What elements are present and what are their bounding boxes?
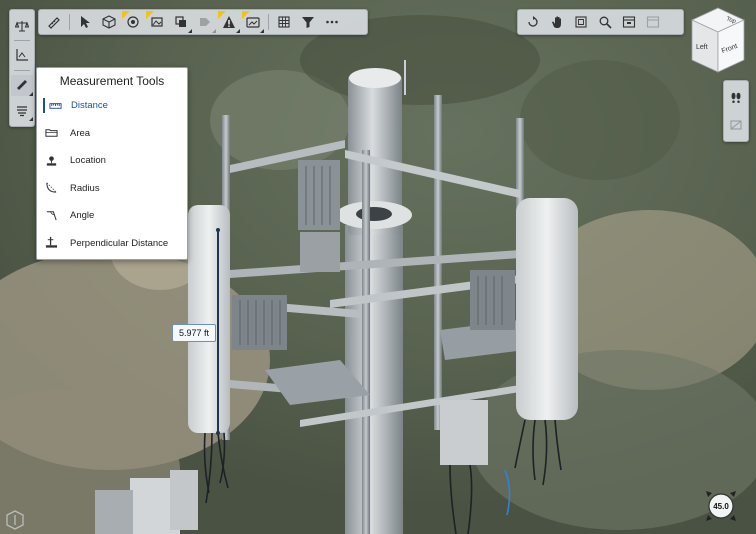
distance-icon: [49, 99, 63, 113]
area-icon: [45, 126, 59, 140]
measurement-tools-icon[interactable]: [43, 11, 65, 33]
box-3d-icon[interactable]: [98, 11, 120, 33]
grid-table-icon[interactable]: [273, 11, 295, 33]
app-logo-icon: [6, 510, 24, 530]
toolbar-separator: [268, 14, 269, 30]
menu-item-label: Location: [70, 155, 106, 167]
select-cursor-icon[interactable]: [74, 11, 96, 33]
warning-icon[interactable]: [218, 11, 240, 33]
stack-layers-icon[interactable]: [11, 100, 33, 121]
scale-balance-icon[interactable]: [11, 15, 33, 36]
menu-item-label: Area: [70, 127, 91, 139]
cube-face-left: Left: [696, 44, 708, 51]
right-toolbar: [723, 80, 749, 142]
radius-icon: [45, 181, 59, 195]
layers-icon[interactable]: [170, 11, 192, 33]
window-disabled-icon[interactable]: [642, 11, 664, 33]
panel-window-icon[interactable]: [618, 11, 640, 33]
menu-item-label: Angle: [70, 210, 95, 222]
ruler-icon[interactable]: [11, 74, 33, 96]
menu-item-location[interactable]: Location: [37, 147, 187, 175]
navigation-toolbar: [517, 9, 684, 35]
footprints-icon[interactable]: [725, 86, 747, 109]
compass-angle-value: 45.0: [713, 501, 729, 511]
menu-item-angle[interactable]: Angle: [37, 202, 187, 230]
perpendicular-distance-icon: [45, 236, 59, 250]
toolbar-separator: [69, 14, 70, 30]
rotate-orbit-icon[interactable]: [522, 11, 544, 33]
menu-title: Measurement Tools: [59, 74, 165, 88]
menu-item-perpendicular-distance[interactable]: Perpendicular Distance: [37, 230, 187, 258]
zoom-extents-icon[interactable]: [570, 11, 592, 33]
toolbar-separator: [14, 40, 30, 41]
hand-markup-icon[interactable]: [122, 11, 144, 33]
measurement-tools-menu: Measurement Tools Distance Area Location…: [36, 67, 188, 260]
menu-item-label: Perpendicular Distance: [70, 237, 169, 249]
zoom-search-icon[interactable]: [594, 11, 616, 33]
main-toolbar: [38, 9, 368, 35]
photo-icon[interactable]: [242, 11, 264, 33]
menu-item-label: Radius: [70, 182, 100, 194]
location-icon: [45, 154, 59, 168]
menu-item-label: Distance: [71, 100, 108, 112]
angle-icon: [45, 209, 59, 223]
image-annotation-icon[interactable]: [146, 11, 168, 33]
tag-icon[interactable]: [194, 11, 216, 33]
pan-hand-icon[interactable]: [546, 11, 568, 33]
filter-icon[interactable]: [297, 11, 319, 33]
menu-item-radius[interactable]: Radius: [37, 175, 187, 203]
more-options-icon[interactable]: [321, 11, 343, 33]
menu-item-area[interactable]: Area: [37, 120, 187, 148]
elevation-chart-icon[interactable]: [11, 45, 33, 66]
measurement-label[interactable]: 5.977 ft: [172, 324, 216, 342]
menu-item-distance[interactable]: Distance: [37, 92, 187, 120]
toolbar-separator: [14, 70, 30, 71]
view-cube[interactable]: Top Left Front: [688, 6, 748, 76]
left-toolbar: [9, 9, 35, 127]
hide-layer-icon[interactable]: [725, 113, 747, 136]
